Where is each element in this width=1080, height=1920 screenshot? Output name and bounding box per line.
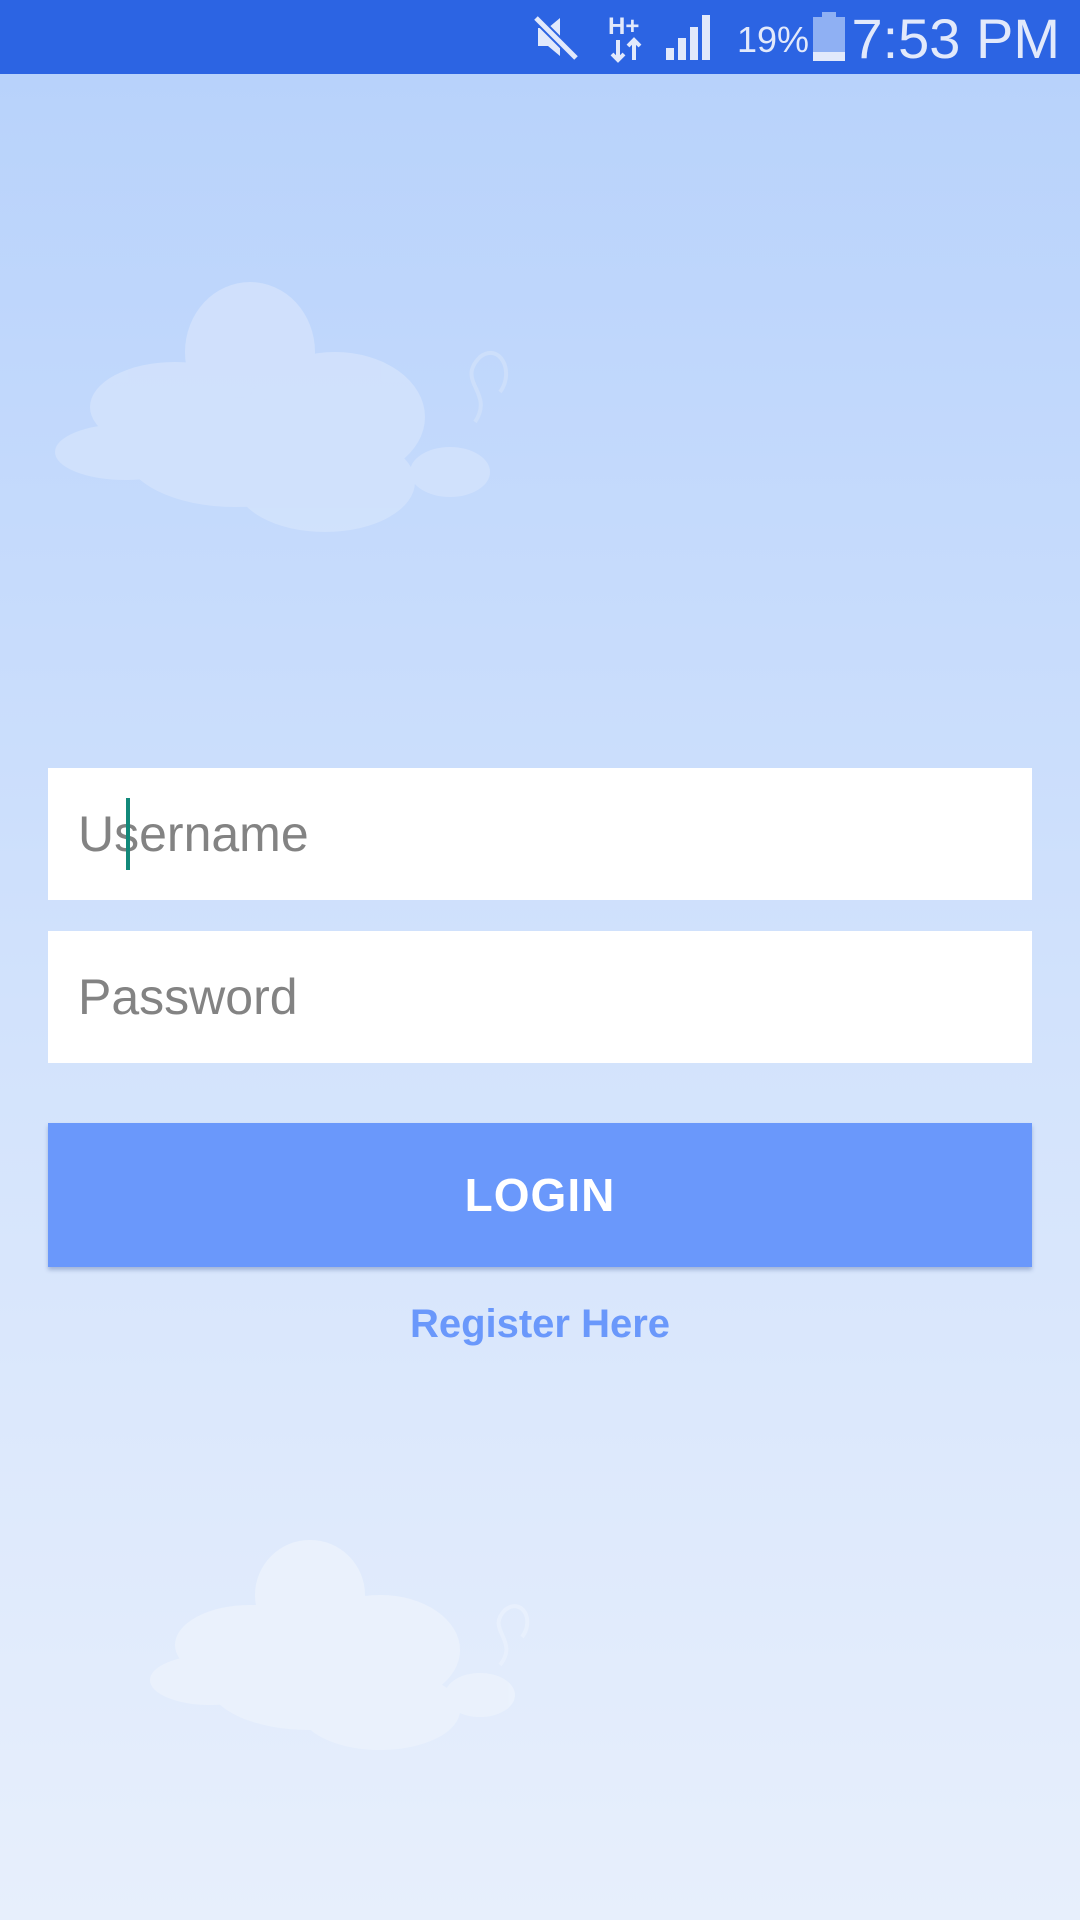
clock: 7:53 PM — [851, 7, 1060, 70]
text-cursor — [126, 798, 130, 870]
network-type-icon: H+ — [608, 13, 642, 63]
username-field[interactable] — [48, 768, 1032, 900]
login-button[interactable]: LOGIN — [48, 1123, 1032, 1267]
username-input[interactable] — [48, 768, 1032, 900]
network-type-label: H+ — [608, 13, 639, 40]
mute-icon — [532, 14, 580, 62]
cloud-decoration-bottom — [150, 1540, 530, 1750]
register-link[interactable]: Register Here — [0, 1302, 1080, 1347]
battery-percent: 19% — [737, 19, 810, 60]
password-field[interactable] — [48, 931, 1032, 1063]
cloud-decoration-top — [55, 282, 509, 532]
status-bar: H+ 19% 7:53 PM — [0, 0, 1080, 74]
password-input[interactable] — [48, 931, 1032, 1063]
battery-icon — [813, 12, 845, 61]
signal-icon — [666, 15, 710, 60]
